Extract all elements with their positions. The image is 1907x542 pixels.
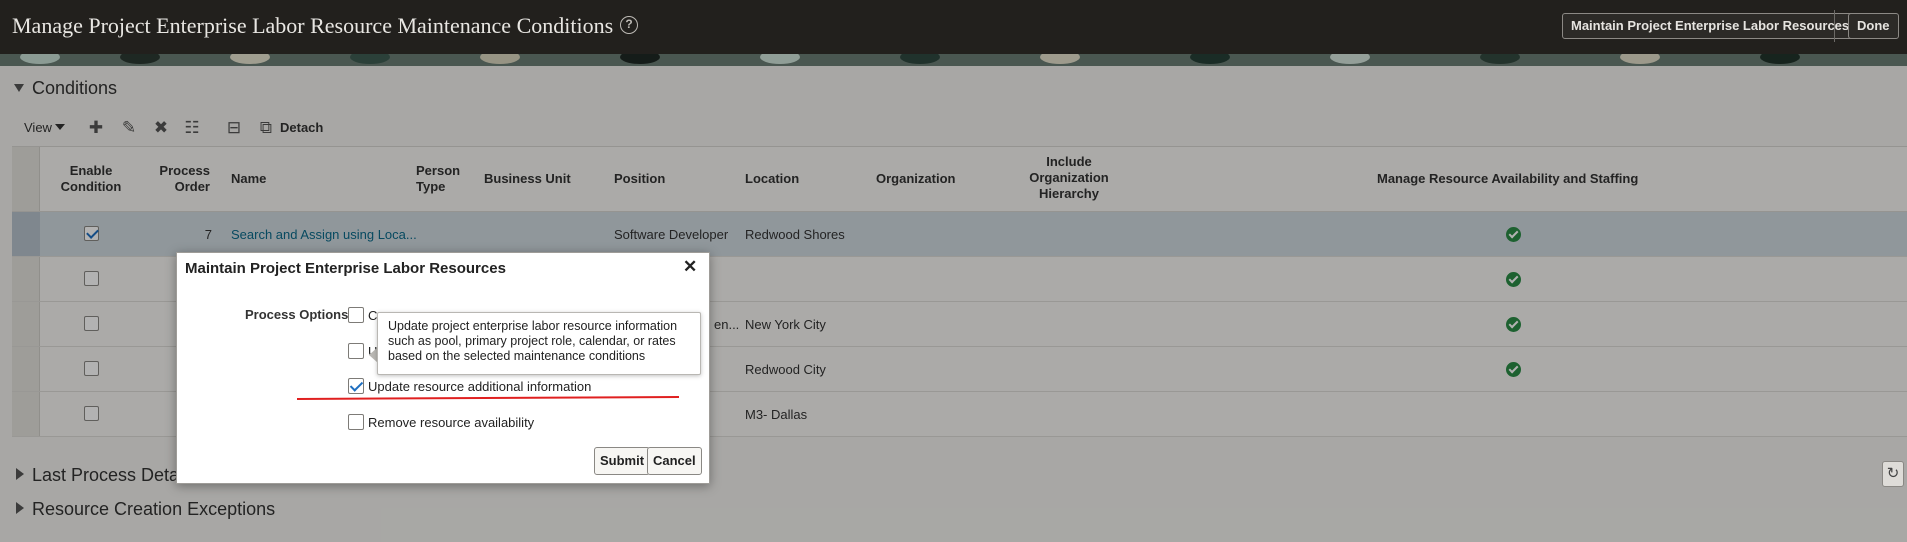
header-separator bbox=[1834, 10, 1835, 42]
option-checkbox-update-additional[interactable] bbox=[348, 378, 364, 394]
refresh-icon[interactable]: ↻ bbox=[1882, 461, 1904, 487]
option-tooltip: Update project enterprise labor resource… bbox=[377, 312, 701, 375]
maintain-resources-dialog: Maintain Project Enterprise Labor Resour… bbox=[176, 252, 710, 484]
option-checkbox-update[interactable] bbox=[348, 343, 364, 359]
option-checkbox-remove-availability[interactable] bbox=[348, 414, 364, 430]
option-checkbox-create[interactable] bbox=[348, 307, 364, 323]
option-label-update-additional[interactable]: Update resource additional information bbox=[368, 379, 591, 394]
maintain-resources-button[interactable]: Maintain Project Enterprise Labor Resour… bbox=[1562, 13, 1859, 39]
submit-button[interactable]: Submit bbox=[594, 447, 651, 475]
process-options-label: Process Options bbox=[245, 307, 349, 322]
help-icon[interactable]: ? bbox=[620, 16, 638, 34]
annotation-underline bbox=[296, 395, 680, 401]
option-label-remove-availability[interactable]: Remove resource availability bbox=[368, 415, 534, 430]
page-title: Manage Project Enterprise Labor Resource… bbox=[12, 13, 614, 38]
done-button[interactable]: Done bbox=[1848, 13, 1899, 39]
close-icon[interactable]: ✕ bbox=[683, 257, 697, 277]
page-header: Manage Project Enterprise Labor Resource… bbox=[0, 0, 1907, 54]
dialog-title: Maintain Project Enterprise Labor Resour… bbox=[185, 260, 506, 277]
cancel-button[interactable]: Cancel bbox=[647, 447, 702, 475]
